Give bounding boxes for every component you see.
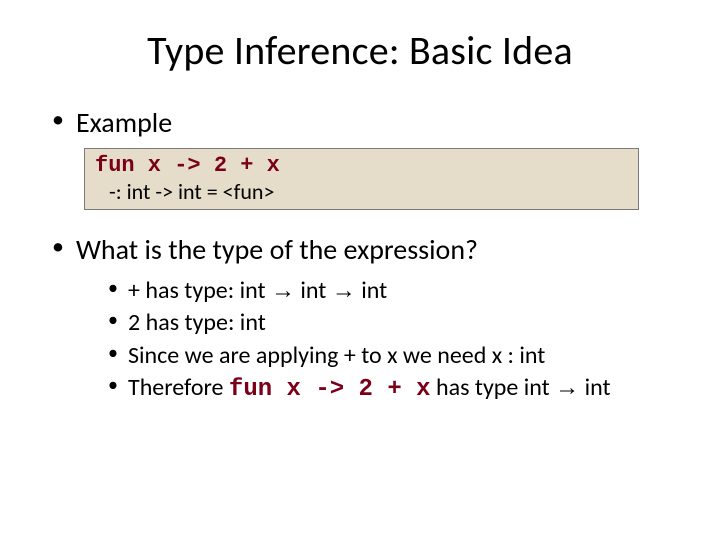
arrow-icon: → (271, 277, 295, 304)
slide-title: Type Inference: Basic Idea (50, 26, 670, 75)
bullet-list: Example (50, 105, 670, 140)
text-run: int (356, 276, 387, 305)
bullet-question: What is the type of the expression? (50, 232, 670, 267)
sub-bullet-plus-type: + has type: int → int → int (108, 275, 670, 307)
sub-bullet-2-type: 2 has type: int (108, 307, 670, 339)
code-box: fun x -> 2 + x -: int -> int = <fun> (84, 148, 639, 210)
bullet-list-2: What is the type of the expression? (50, 232, 670, 267)
sub-bullet-list: + has type: int → int → int 2 has type: … (108, 275, 670, 407)
result-line: -: int -> int = <fun> (95, 178, 628, 205)
text-run: + has type: int (128, 276, 271, 305)
inline-code: fun x -> 2 + x (229, 376, 431, 403)
text-run: has type int (431, 373, 556, 402)
sub-bullet-applying: Since we are applying + to x we need x :… (108, 340, 670, 372)
text-run: Therefore (128, 373, 229, 402)
text-run: int (295, 276, 332, 305)
text-run: int (579, 373, 610, 402)
bullet-example: Example (50, 105, 670, 140)
code-line: fun x -> 2 + x (95, 153, 628, 178)
sub-bullet-therefore: Therefore fun x -> 2 + x has type int → … (108, 372, 670, 406)
arrow-icon: → (555, 374, 579, 401)
arrow-icon: → (332, 277, 356, 304)
slide: Type Inference: Basic Idea Example fun x… (0, 0, 720, 540)
